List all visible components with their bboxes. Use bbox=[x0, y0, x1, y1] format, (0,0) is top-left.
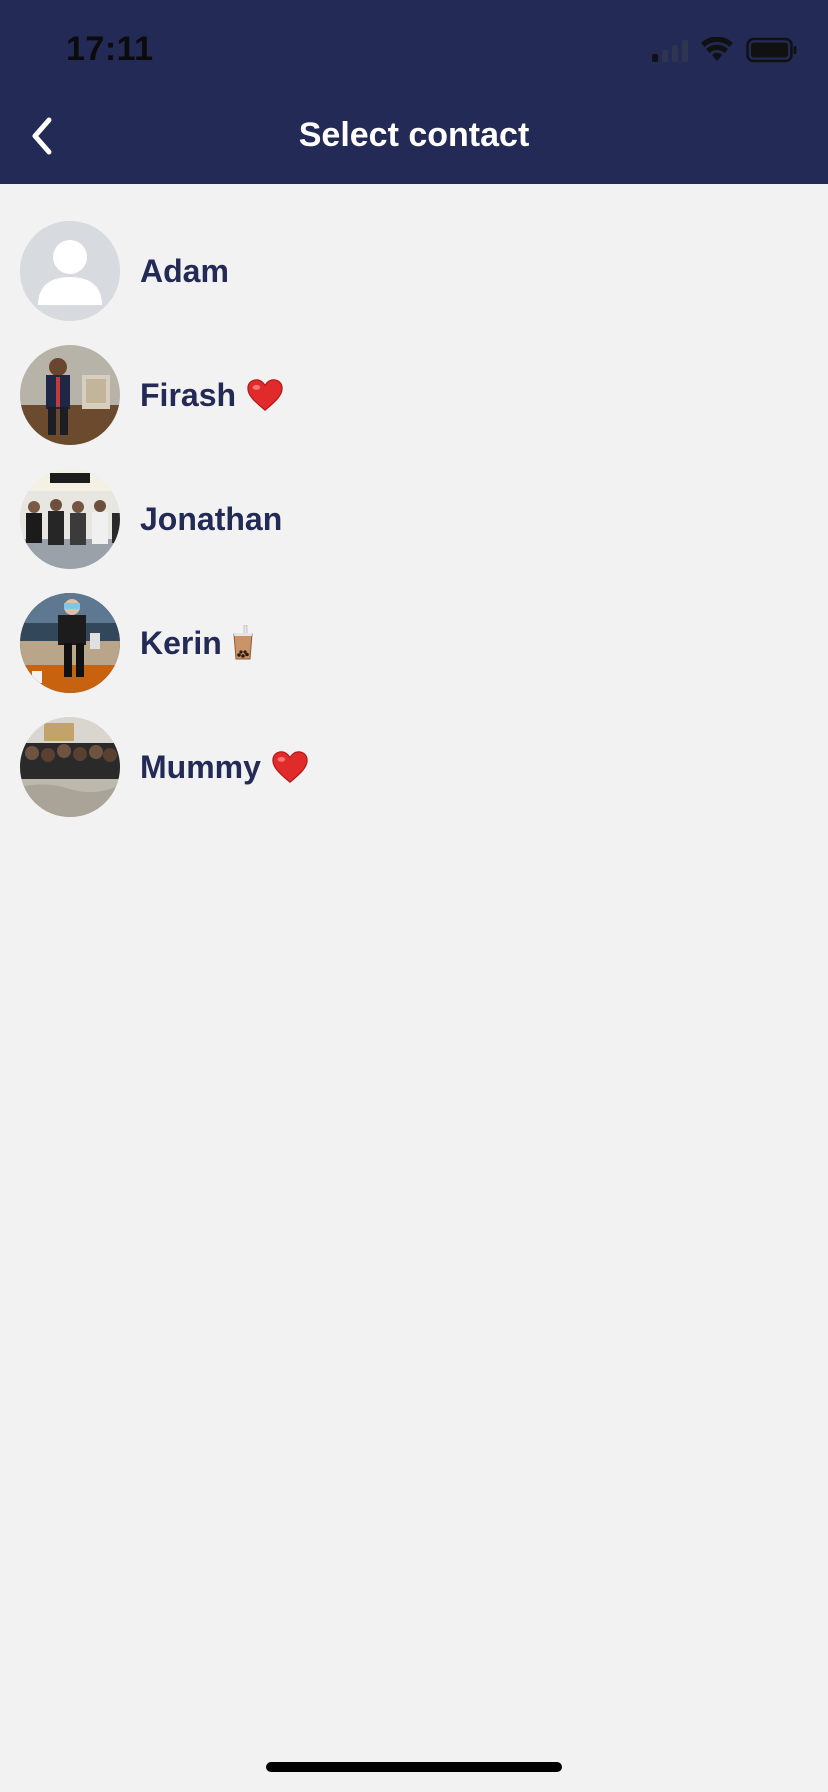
contact-photo-avatar bbox=[20, 717, 120, 817]
contact-item-jonathan[interactable]: Jonathan bbox=[0, 457, 828, 581]
page-title: Select contact bbox=[298, 116, 530, 154]
contact-name: Firash bbox=[140, 377, 284, 414]
battery-icon bbox=[746, 37, 798, 63]
contact-photo-avatar bbox=[20, 593, 120, 693]
wifi-icon bbox=[700, 37, 734, 63]
contact-item-firash[interactable]: Firash bbox=[0, 333, 828, 457]
contact-name: Kerin bbox=[140, 625, 254, 662]
contact-photo-avatar bbox=[20, 345, 120, 445]
heart-emoji-icon bbox=[247, 379, 283, 411]
contact-name-text: Jonathan bbox=[140, 500, 283, 537]
default-avatar-icon bbox=[20, 221, 120, 321]
status-time: 17:11 bbox=[66, 30, 154, 68]
contact-item-kerin[interactable]: Kerin bbox=[0, 581, 828, 705]
status-icons bbox=[652, 34, 798, 66]
contact-name: Adam bbox=[140, 253, 229, 290]
home-indicator[interactable] bbox=[266, 1762, 562, 1772]
contact-name-text: Kerin bbox=[140, 624, 222, 661]
contact-name-text: Adam bbox=[140, 252, 229, 289]
cellular-signal-icon bbox=[652, 38, 688, 62]
contact-photo-avatar bbox=[20, 469, 120, 569]
contact-name-text: Mummy bbox=[140, 748, 261, 785]
bubble-tea-emoji-icon bbox=[233, 625, 253, 660]
contact-name: Jonathan bbox=[140, 501, 282, 538]
contact-name-text: Firash bbox=[140, 376, 237, 413]
heart-emoji-icon bbox=[272, 751, 308, 783]
contact-item-mummy[interactable]: Mummy bbox=[0, 705, 828, 829]
contact-name: Mummy bbox=[140, 749, 309, 786]
contact-item-adam[interactable]: Adam bbox=[0, 209, 828, 333]
app-header: 17:11 Select contact bbox=[0, 0, 828, 184]
